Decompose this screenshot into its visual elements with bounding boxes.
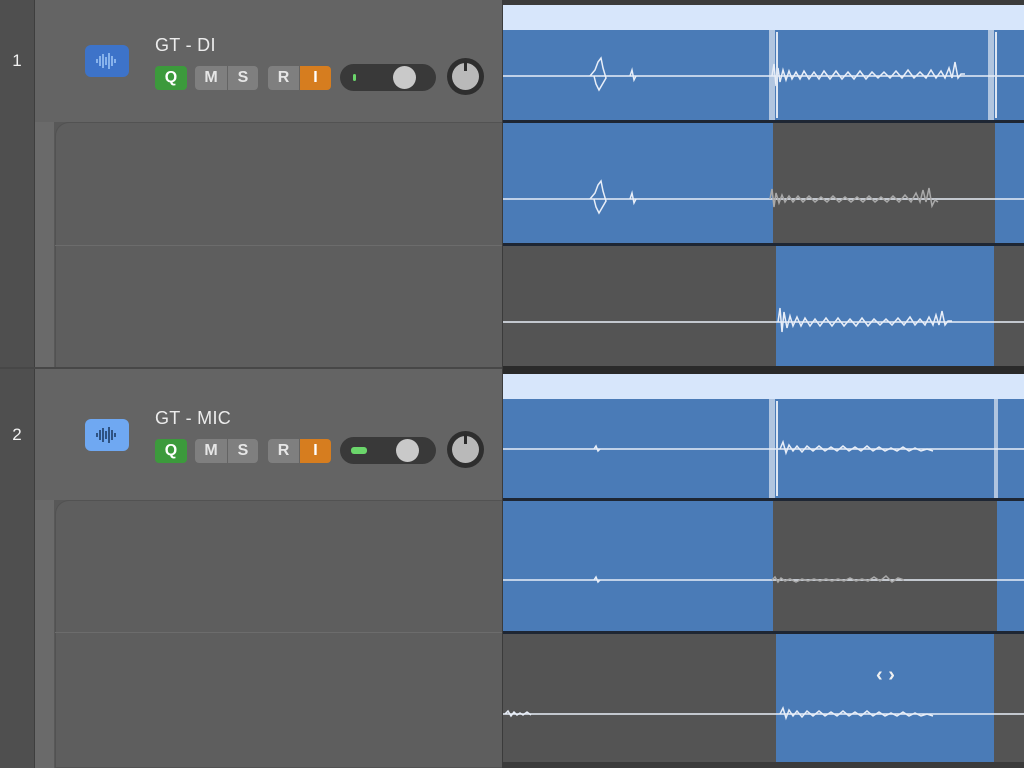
fade-marker[interactable] (776, 401, 778, 496)
waveform-overlay (503, 56, 1024, 721)
fade-marker[interactable] (769, 399, 775, 498)
fade-marker[interactable] (995, 32, 997, 118)
fade-marker[interactable] (994, 399, 998, 498)
fade-marker[interactable] (776, 32, 778, 118)
fade-marker[interactable] (769, 30, 775, 120)
fade-marker[interactable] (988, 30, 994, 120)
resize-cursor-icon: ‹ › (876, 664, 895, 686)
